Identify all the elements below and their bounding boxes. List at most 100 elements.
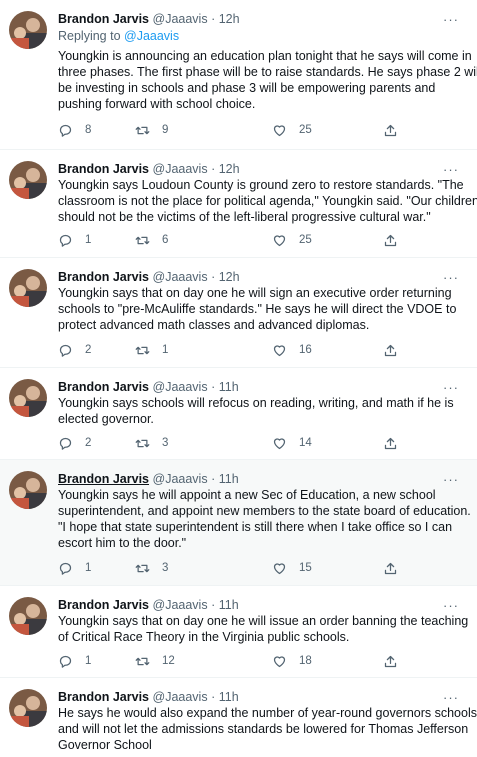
tweet-actions: 2 1 16 [58,341,398,359]
tweet-text: Youngkin is announcing an education plan… [58,48,477,112]
reply-button[interactable]: 2 [58,434,91,452]
author-handle[interactable]: @Jaaavis [153,12,208,26]
tweet-time[interactable]: 12h [219,270,240,284]
tweet-text: Youngkin says that on day one he will si… [58,285,462,333]
retweet-button[interactable]: 9 [135,121,168,139]
retweet-count: 1 [162,344,169,356]
avatar[interactable] [9,597,47,635]
avatar[interactable] [9,379,47,417]
reply-count: 8 [85,124,92,136]
author-name[interactable]: Brandon Jarvis [58,380,149,394]
tweet-text-line: Youngkin says he will appoint a new Sec … [58,488,436,502]
share-button[interactable] [383,341,398,359]
avatar[interactable] [9,11,47,49]
like-icon [273,437,286,449]
tweet-time[interactable]: 11h [219,690,239,704]
tweet-time[interactable]: 11h [219,598,239,612]
more-icon[interactable]: ··· [443,270,459,285]
separator-dot: · [211,472,216,486]
tweet-time[interactable]: 12h [219,12,240,26]
like-button[interactable]: 18 [272,652,312,670]
retweet-button[interactable]: 3 [135,559,168,577]
author-handle[interactable]: @Jaaavis [153,690,208,704]
avatar[interactable] [9,689,47,727]
author-name[interactable]: Brandon Jarvis [58,690,149,704]
share-button[interactable] [383,652,398,670]
avatar[interactable] [9,161,47,199]
tweet-text-line: classroom is not the place for political… [58,194,477,208]
more-icon[interactable]: ··· [443,12,459,27]
reply-button[interactable]: 1 [58,652,91,670]
retweet-button[interactable]: 1 [135,341,168,359]
reply-button[interactable]: 1 [58,559,91,577]
share-button[interactable] [383,121,398,139]
replying-to-link[interactable]: @Jaaavis [124,29,179,43]
author-name[interactable]: Brandon Jarvis [58,270,149,284]
author-name[interactable]: Brandon Jarvis [58,12,149,26]
tweet-text-line: He says he would also expand the number … [58,706,477,720]
author-handle[interactable]: @Jaaavis [153,472,208,486]
reply-count: 2 [85,344,92,356]
tweet-text-line: Governor School [58,738,152,752]
author-name[interactable]: Brandon Jarvis [58,162,149,176]
tweet-time[interactable]: 11h [219,380,239,394]
avatar[interactable] [9,269,47,307]
tweet-text: He says he would also expand the number … [58,705,477,753]
author-handle[interactable]: @Jaaavis [153,380,208,394]
tweet-header: Brandon Jarvis @Jaaavis · 11h [58,597,239,613]
tweet-header: Brandon Jarvis @Jaaavis · 11h [58,471,239,487]
like-button[interactable]: 15 [272,559,312,577]
like-count: 16 [299,344,312,356]
like-icon [273,655,286,667]
like-button[interactable]: 25 [272,121,312,139]
share-button[interactable] [383,231,398,249]
author-handle[interactable]: @Jaaavis [153,162,208,176]
retweet-button[interactable]: 12 [135,652,175,670]
like-button[interactable]: 25 [272,231,312,249]
reply-button[interactable]: 1 [58,231,91,249]
retweet-icon [135,564,150,572]
retweet-count: 3 [162,437,169,449]
author-handle[interactable]: @Jaaavis [153,270,208,284]
more-icon[interactable]: ··· [443,598,459,613]
share-button[interactable] [383,559,398,577]
tweet-time[interactable]: 12h [219,162,240,176]
like-button[interactable]: 14 [272,434,312,452]
more-icon[interactable]: ··· [443,690,459,705]
tweet-text: Youngkin says Loudoun County is ground z… [58,177,477,225]
tweet[interactable]: Brandon Jarvis @Jaaavis · 12h ··· Replyi… [0,0,477,150]
avatar[interactable] [9,471,47,509]
share-button[interactable] [383,434,398,452]
retweet-count: 12 [162,655,175,667]
share-icon [384,655,397,667]
tweet[interactable]: Brandon Jarvis @Jaaavis · 12h ··· Youngk… [0,150,477,258]
more-icon[interactable]: ··· [443,380,459,395]
tweet-actions: 1 12 18 [58,652,398,670]
reply-button[interactable]: 8 [58,121,91,139]
like-button[interactable]: 16 [272,341,312,359]
retweet-button[interactable]: 6 [135,231,168,249]
tweet[interactable]: Brandon Jarvis @Jaaavis · 12h ··· Youngk… [0,258,477,368]
share-icon [384,344,397,356]
tweet-text-line: "I hope that state superintendent is sti… [58,520,453,534]
retweet-button[interactable]: 3 [135,434,168,452]
tweet[interactable]: Brandon Jarvis @Jaaavis · 11h ··· He say… [0,678,477,757]
tweet-text-line: should not be the victims of the left-li… [58,210,431,224]
separator-dot: · [211,380,216,394]
tweet-text-line: protect advanced math classes and advanc… [58,318,370,332]
tweet[interactable]: Brandon Jarvis @Jaaavis · 11h ··· Youngk… [0,586,477,678]
replying-to-label: Replying to [58,29,125,43]
tweet-time[interactable]: 11h [219,472,239,486]
replying-to: Replying to @Jaaavis [58,29,179,43]
separator-dot: · [211,598,216,612]
author-handle[interactable]: @Jaaavis [153,598,208,612]
author-name[interactable]: Brandon Jarvis [58,598,149,612]
more-icon[interactable]: ··· [443,162,459,177]
like-count: 14 [299,437,312,449]
more-icon[interactable]: ··· [443,472,459,487]
author-name[interactable]: Brandon Jarvis [58,472,149,486]
retweet-count: 9 [162,124,169,136]
reply-button[interactable]: 2 [58,341,91,359]
tweet[interactable]: Brandon Jarvis @Jaaavis · 11h ··· Youngk… [0,368,477,460]
tweet[interactable]: Brandon Jarvis @Jaaavis · 11h ··· Youngk… [0,460,477,586]
